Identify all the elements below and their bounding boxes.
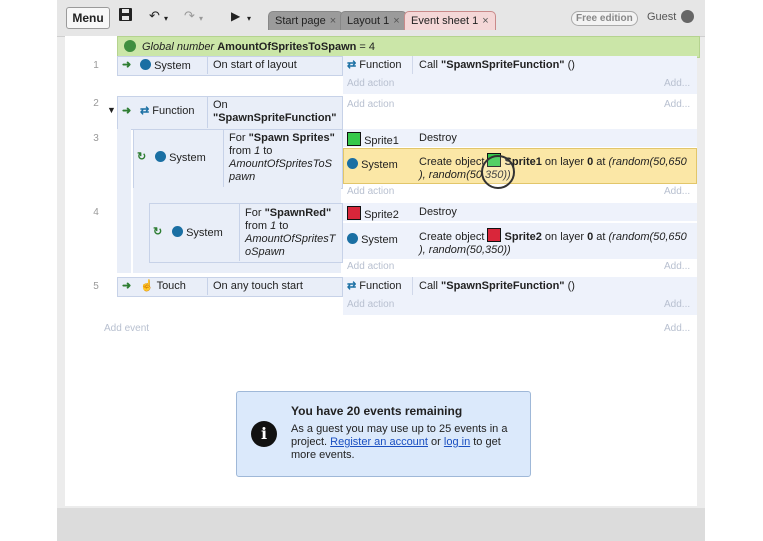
loop-icon: ↻ — [153, 226, 163, 238]
add-event-link[interactable]: Add event — [104, 323, 149, 334]
close-icon[interactable]: × — [482, 15, 488, 27]
sprite2-icon — [487, 228, 502, 242]
add-action-link[interactable]: Add action — [347, 261, 394, 272]
event-5-condition-text: On any touch start — [213, 280, 303, 292]
event-5-action-text[interactable]: Call "SpawnSpriteFunction" () — [419, 280, 575, 293]
undo-icon[interactable]: ↶ — [149, 8, 160, 24]
collapse-toggle-icon[interactable]: ▼ — [107, 104, 116, 117]
event-number: 5 — [93, 281, 99, 292]
divider — [239, 203, 240, 261]
menu-button[interactable]: Menu — [66, 7, 110, 29]
trigger-arrow-icon: ➜ — [122, 280, 132, 292]
event-3-action-2-text: Create object Sprite1 on layer 0 at (ran… — [419, 153, 695, 182]
add-link[interactable]: Add... — [664, 323, 690, 334]
trigger-arrow-icon: ➜ — [122, 59, 132, 71]
close-icon[interactable]: × — [330, 15, 336, 27]
event-3-action-1-text: Destroy — [419, 132, 457, 144]
global-var-prefix: Global number — [142, 41, 215, 53]
divider — [412, 56, 413, 74]
add-link[interactable]: Add... — [664, 99, 690, 110]
event-1-action-text[interactable]: Call "SpawnSpriteFunction" () — [419, 59, 575, 72]
function-icon: ⇄ — [347, 59, 357, 71]
global-variable-row[interactable]: Global number AmountOfSpritesToSpawn = 4 — [117, 36, 700, 58]
trigger-arrow-icon: ➜ — [122, 105, 132, 117]
user-icon[interactable] — [681, 10, 694, 23]
touch-icon: ☝ — [140, 280, 154, 292]
event-4-action-1-object: Sprite2 — [347, 206, 399, 222]
gear-icon — [347, 233, 358, 244]
gear-icon — [140, 59, 151, 70]
free-edition-badge[interactable]: Free edition — [571, 11, 638, 26]
event-number: 2 — [93, 98, 99, 109]
gear-icon — [347, 158, 358, 169]
tab-label: Start page — [275, 15, 326, 27]
play-dropdown-icon[interactable]: ▾ — [247, 11, 251, 27]
event-3-action-2-object: System — [347, 158, 398, 172]
event-2-condition-text: On "SpawnSpriteFunction" — [213, 99, 337, 124]
event-4-loop-text-label: For "SpawnRed" from 1 to AmountOfSpritesT … — [245, 207, 336, 258]
event-5-action-object[interactable]: ⇄ Function — [347, 280, 401, 293]
tab-label: Event sheet 1 — [411, 15, 479, 27]
add-action-link[interactable]: Add action — [347, 299, 394, 310]
nesting-bar — [117, 129, 131, 273]
guest-label[interactable]: Guest — [647, 11, 676, 23]
save-icon[interactable] — [119, 8, 132, 24]
globe-icon — [124, 40, 136, 52]
event-1-condition-text: On start of layout — [213, 59, 297, 71]
undo-dropdown-icon[interactable]: ▾ — [164, 11, 168, 27]
add-link[interactable]: Add... — [664, 261, 690, 272]
redo-dropdown-icon[interactable]: ▾ — [199, 11, 203, 27]
tab-event-sheet-1[interactable]: Event sheet 1 × — [404, 11, 496, 30]
add-link[interactable]: Add... — [664, 186, 690, 197]
tab-label: Layout 1 — [347, 15, 390, 27]
gear-icon — [172, 226, 183, 237]
sprite2-icon — [347, 206, 361, 220]
event-number: 1 — [93, 60, 99, 71]
divider — [207, 96, 208, 128]
event-1-object: System — [140, 59, 191, 73]
notice-title: You have 20 events remaining — [291, 404, 463, 418]
event-3-action-1-object: Sprite1 — [347, 132, 399, 148]
event-1-action-object[interactable]: ⇄ Function — [347, 59, 401, 72]
event-4-action-2-text: Create object Sprite2 on layer 0 at (ran… — [419, 228, 695, 257]
divider — [412, 277, 413, 295]
loop-icon: ↻ — [137, 151, 147, 163]
event-3-object: System — [155, 151, 206, 165]
play-icon[interactable]: ▶ — [231, 8, 240, 24]
global-var-value: = 4 — [359, 41, 376, 53]
event-4-action-2-object: System — [347, 233, 398, 247]
sprite1-icon — [347, 132, 361, 146]
event-5-object: ☝ Touch — [140, 280, 186, 292]
add-link[interactable]: Add... — [664, 78, 690, 89]
add-action-link[interactable]: Add action — [347, 186, 394, 197]
gear-icon — [155, 151, 166, 162]
status-bar — [57, 508, 705, 541]
add-action-link[interactable]: Add action — [347, 78, 394, 89]
info-icon: i — [251, 421, 277, 447]
top-toolbar: Menu ↶ ▾ ↷ ▾ ▶ ▾ Start page × Layout 1 × E… — [57, 0, 705, 37]
function-icon: ⇄ — [347, 280, 357, 292]
event-3-loop-text: For "Spawn Sprites" from 1 to AmountOfSpri… — [229, 132, 335, 183]
register-link[interactable]: Register an account — [330, 436, 428, 448]
event-number: 4 — [93, 207, 99, 218]
tab-layout-1[interactable]: Layout 1 × — [340, 11, 407, 30]
event-4-action-1-text: Destroy — [419, 206, 457, 218]
add-action-link[interactable]: Add action — [347, 99, 394, 110]
divider — [223, 129, 224, 187]
event-number: 3 — [93, 133, 99, 144]
divider — [207, 277, 208, 295]
add-link[interactable]: Add... — [664, 299, 690, 310]
global-var-name: AmountOfSpritesToSpawn — [217, 41, 357, 53]
divider — [207, 56, 208, 74]
tab-start-page[interactable]: Start page × — [268, 11, 344, 30]
guest-limit-notice: i You have 20 events remaining As a gues… — [236, 391, 531, 477]
event-2-object: ⇄ Function — [140, 105, 195, 117]
close-icon[interactable]: × — [393, 15, 399, 27]
login-link[interactable]: log in — [444, 436, 470, 448]
mouse-cursor-highlight — [481, 155, 515, 189]
function-icon: ⇄ — [140, 105, 150, 117]
redo-icon[interactable]: ↷ — [184, 8, 195, 24]
notice-body: As a guest you may use up to 25 events i… — [291, 423, 508, 461]
event-4-object-label: System — [172, 226, 223, 240]
